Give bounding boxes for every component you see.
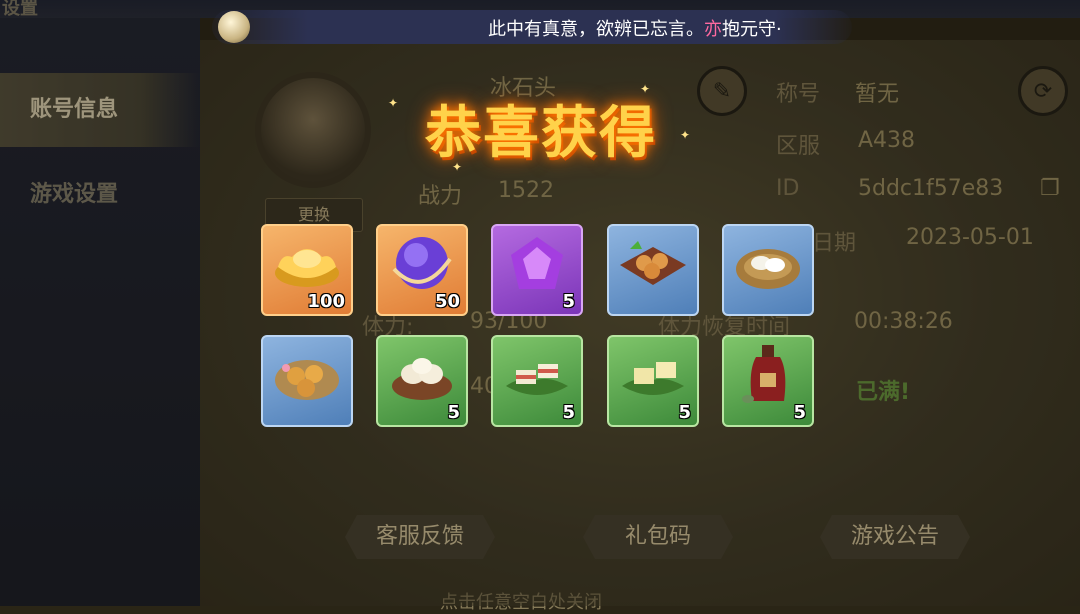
quote-main: 此中有真意，欲辨已忘言。 [488,19,704,40]
layered-cake-icon [622,361,684,395]
sandwich-cake-icon [506,363,568,395]
gold-ingot-icon [275,248,339,287]
quote-tail: 抱元守· [722,19,782,40]
reward-item-pastry-tray[interactable] [607,224,699,316]
sparkle-icon: ✦ [388,96,399,110]
reward-item-sandwich-cake[interactable]: 5 [491,335,583,427]
reward-item-rolled-pastry[interactable]: 5 [376,335,468,427]
reward-item-rice-cake-basket[interactable] [722,224,814,316]
item-quantity: 5 [678,402,691,423]
item-quantity: 5 [793,402,806,423]
reward-item-layered-cake[interactable]: 5 [607,335,699,427]
sparkle-icon: ✦ [680,128,691,142]
sparkle-icon: ✦ [640,82,651,96]
purple-orb-icon [392,236,452,289]
item-quantity: 5 [447,402,460,423]
reward-item-purple-gem[interactable]: 5 [491,224,583,316]
mooncake-plate-icon [275,359,339,400]
sparkle-icon: ✦ [452,160,463,174]
reward-item-gold-ingot[interactable]: 100 [261,224,353,316]
reward-item-wine-jar[interactable]: 5 [722,335,814,427]
reward-item-mooncake-plate[interactable] [261,335,353,427]
reward-item-purple-orb[interactable]: 50 [376,224,468,316]
item-quantity: 50 [434,291,460,312]
quote-accent: 亦 [704,19,722,40]
item-quantity: 100 [307,291,345,312]
rolled-pastry-icon [392,357,452,400]
rice-cake-basket-icon [736,248,800,289]
pastry-tray-icon [620,240,686,285]
quote-text: 此中有真意，欲辨已忘言。亦抱元守· [488,15,782,41]
moon-orb-icon [218,11,250,43]
congrats-title: 恭喜获得 [425,101,657,166]
purple-gem-icon [511,236,563,289]
item-quantity: 5 [562,402,575,423]
item-quantity: 5 [562,291,575,312]
wine-jar-icon [742,344,786,403]
